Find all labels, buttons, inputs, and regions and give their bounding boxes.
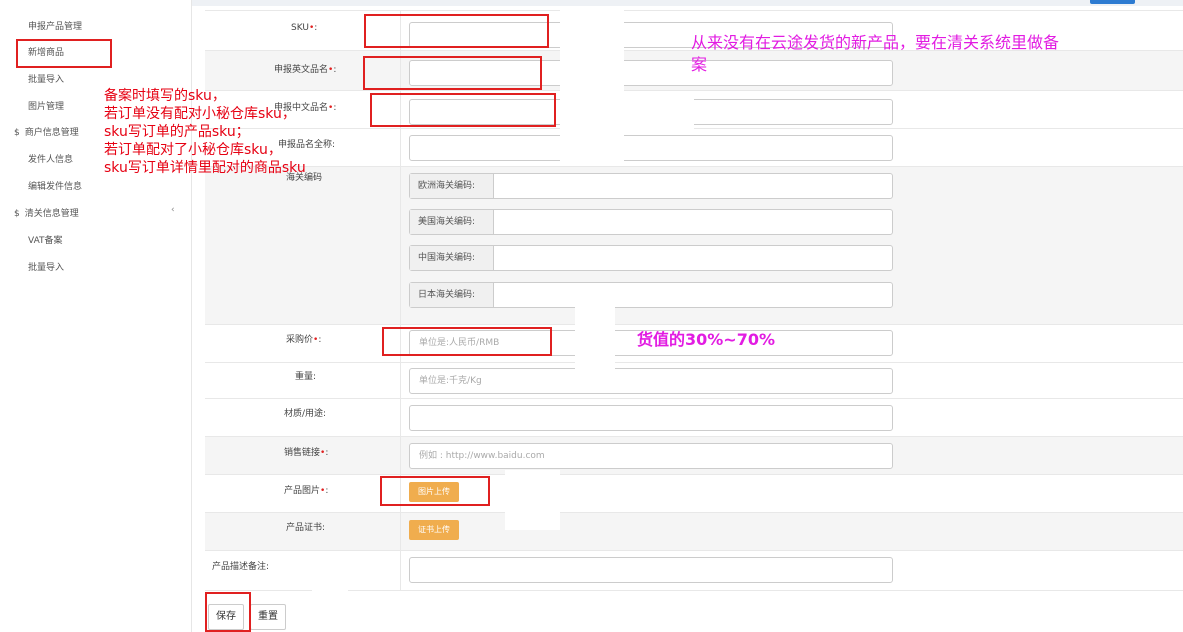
certificate-upload-button[interactable]: 证书上传 (409, 520, 459, 540)
sidebar-item-label: 图片管理 (28, 102, 65, 112)
label-colon: : (313, 372, 317, 382)
purchase-price-label: 采购价•: (286, 332, 321, 345)
input-placeholder: 例如 : http://www.baidu.com (419, 451, 545, 461)
hs-code-prefix: 美国海关编码: (410, 210, 494, 234)
label-text: 申报英文品名 (274, 65, 329, 75)
highlight-box-purchase-price (382, 327, 552, 356)
redaction-smudge (575, 300, 615, 370)
annotation-line: 案 (691, 55, 708, 74)
label-colon: : (322, 523, 326, 533)
annotation-line: 若订单没有配对小秘仓库sku， (104, 106, 296, 122)
sidebar-item-label: 申报产品管理 (28, 22, 83, 32)
sidebar-item-label: 批量导入 (28, 263, 65, 273)
sidebar-item-batch-import[interactable]: 批量导入 (28, 72, 64, 85)
material-label: 材质/用途: (284, 406, 326, 419)
label-colon: : (325, 448, 329, 458)
form-row-product-image (205, 474, 1183, 512)
description-label: 产品描述备注: (212, 559, 269, 572)
annotation-new-product-note: 从来没有在云途发货的新产品，要在清关系统里做备 案 (691, 32, 1059, 76)
label-text: 重量 (295, 372, 314, 382)
hs-code-jp-input[interactable]: 日本海关编码: (409, 282, 893, 308)
annotation-line: sku写订单详情里配对的商品sku (104, 160, 306, 176)
hs-code-eu-input[interactable]: 欧洲海关编码: (409, 173, 893, 199)
label-colon: : (333, 65, 337, 75)
label-colon: : (266, 562, 270, 572)
en-name-label: 申报英文品名•: (274, 62, 336, 75)
annotation-line: 备案时填写的sku， (104, 88, 226, 104)
sidebar-item-label: 发件人信息 (28, 155, 74, 165)
top-strip (192, 0, 1183, 6)
sidebar-item-label: VAT备案 (28, 236, 63, 246)
label-colon: : (323, 409, 327, 419)
label-colon: : (318, 335, 322, 345)
label-text: 销售链接 (284, 448, 321, 458)
sidebar-item-declare-products[interactable]: 申报产品管理 (28, 19, 82, 32)
hs-code-prefix: 中国海关编码: (410, 246, 494, 270)
label-text: 采购价 (286, 335, 314, 345)
annotation-line: 若订单配对了小秘仓库sku， (104, 142, 282, 158)
sidebar-group-label: 清关信息管理 (24, 209, 79, 219)
sidebar-item-edit-sender[interactable]: 编辑发件信息 (28, 179, 82, 192)
sidebar-item-label: 编辑发件信息 (28, 182, 83, 192)
label-text: 产品图片 (284, 486, 321, 496)
label-colon: : (332, 140, 336, 150)
highlight-box-save (205, 592, 251, 632)
sidebar-item-sender-info[interactable]: 发件人信息 (28, 152, 73, 165)
highlight-box-sku (364, 14, 549, 48)
certificate-label: 产品证书: (286, 520, 325, 533)
redaction-smudge (312, 560, 348, 630)
redaction-smudge (624, 96, 694, 134)
input-placeholder: 单位是:千克/Kg (419, 376, 482, 386)
dollar-icon: $ (14, 128, 20, 138)
sidebar-group-merchant[interactable]: $ 商户信息管理 (14, 125, 79, 138)
label-colon: : (314, 23, 318, 33)
annotation-line: sku写订单的产品sku； (104, 124, 250, 140)
material-input[interactable] (409, 405, 893, 431)
redaction-smudge (505, 470, 560, 530)
sidebar-item-label: 批量导入 (28, 75, 65, 85)
label-text: 材质/用途 (284, 409, 324, 419)
hs-code-prefix: 欧洲海关编码: (410, 174, 494, 198)
highlight-box-image-upload (380, 476, 490, 506)
button-label: 重置 (258, 611, 278, 622)
product-image-label: 产品图片•: (284, 483, 328, 496)
sales-link-input[interactable]: 例如 : http://www.baidu.com (409, 443, 893, 469)
redaction-smudge (112, 18, 172, 78)
sidebar-group-label: 商户信息管理 (24, 128, 79, 138)
highlight-box-add-product (16, 39, 112, 68)
label-colon: : (325, 486, 329, 496)
chevron-left-icon[interactable]: ‹ (171, 205, 175, 215)
highlight-box-en-name (363, 56, 542, 90)
annotation-price-note: 货值的30%~70% (637, 330, 776, 349)
sidebar-item-vat[interactable]: VAT备案 (28, 233, 63, 246)
hs-code-prefix: 日本海关编码: (410, 283, 494, 307)
label-text: 产品证书 (286, 523, 323, 533)
label-text: 产品描述备注 (212, 562, 267, 572)
form-row-certificate (205, 512, 1183, 550)
form-bottom-border (205, 590, 1183, 591)
tab-indicator (1090, 0, 1135, 4)
full-name-input[interactable] (409, 135, 893, 161)
sidebar-item-customs-batch-import[interactable]: 批量导入 (28, 260, 64, 273)
weight-label: 重量: (295, 369, 316, 382)
annotation-sku-note: 备案时填写的sku， 若订单没有配对小秘仓库sku， sku写订单的产品sku；… (104, 87, 306, 177)
sidebar-item-image-manage[interactable]: 图片管理 (28, 99, 64, 112)
sidebar-group-customs[interactable]: $ 清关信息管理 (14, 206, 79, 219)
description-input[interactable] (409, 557, 893, 583)
dollar-icon: $ (14, 209, 20, 219)
reset-button[interactable]: 重置 (250, 604, 286, 630)
annotation-line: 从来没有在云途发货的新产品，要在清关系统里做备 (691, 33, 1060, 52)
redaction-smudge (560, 6, 624, 166)
sku-label: SKU•: (291, 23, 317, 33)
label-colon: : (333, 103, 337, 113)
highlight-box-cn-name (370, 93, 556, 127)
sales-link-label: 销售链接•: (284, 445, 328, 458)
label-text: SKU (291, 23, 309, 33)
hs-code-cn-input[interactable]: 中国海关编码: (409, 245, 893, 271)
hs-code-us-input[interactable]: 美国海关编码: (409, 209, 893, 235)
label-cell (205, 167, 401, 324)
button-label: 证书上传 (418, 525, 450, 534)
weight-input[interactable]: 单位是:千克/Kg (409, 368, 893, 394)
